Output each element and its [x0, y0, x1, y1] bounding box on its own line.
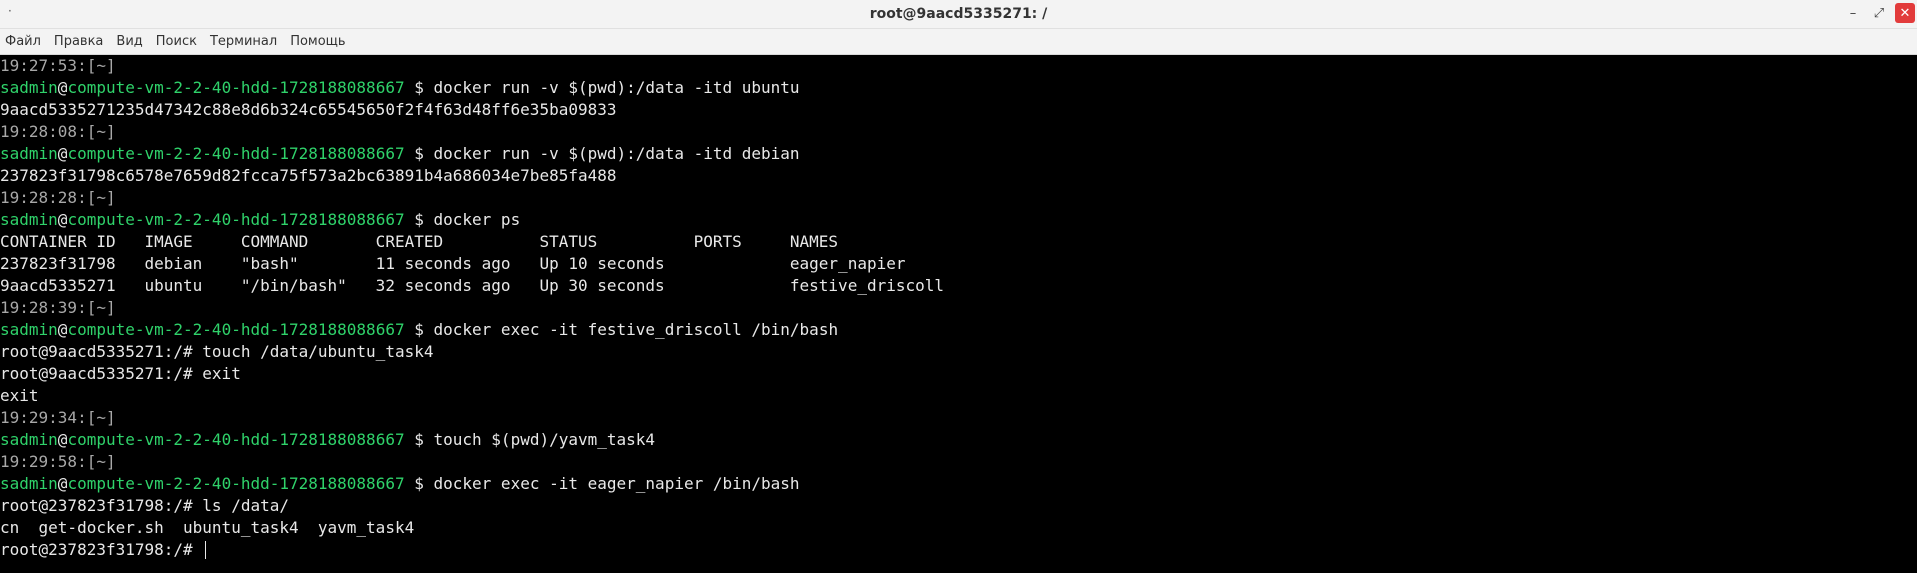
- prompt-host: compute-vm-2-2-40-hdd-1728188088667: [67, 144, 405, 163]
- prompt-at: @: [57, 320, 68, 339]
- menu-view[interactable]: Вид: [116, 32, 142, 51]
- terminal-window: · root@9aacd5335271: / – ⤢ ✕ Файл Правка…: [0, 0, 1917, 573]
- prompt-symbol: $: [404, 144, 434, 163]
- command-text: docker ps: [433, 210, 521, 229]
- terminal-line: 19:27:53:[~]: [0, 55, 1917, 77]
- output-text: 237823f31798 debian "bash" 11 seconds ag…: [0, 254, 906, 273]
- terminal-line: 237823f31798c6578e7659d82fcca75f573a2bc6…: [0, 165, 1917, 187]
- terminal-line: sadmin @ compute-vm-2-2-40-hdd-17281880886…: [0, 77, 1917, 99]
- output-text: 9aacd5335271 ubuntu "/bin/bash" 32 secon…: [0, 276, 945, 295]
- menu-terminal[interactable]: Терминал: [210, 32, 277, 51]
- prompt-host: compute-vm-2-2-40-hdd-1728188088667: [67, 320, 405, 339]
- output-text: root@9aacd5335271:/# exit: [0, 364, 241, 383]
- timestamp-prompt: 19:29:58:[~]: [0, 452, 116, 471]
- terminal-line: CONTAINER ID IMAGE COMMAND CREATED STATU…: [0, 231, 1917, 253]
- terminal-line: 19:28:39:[~]: [0, 297, 1917, 319]
- command-text: docker exec -it festive_driscoll /bin/ba…: [433, 320, 839, 339]
- prompt-at: @: [57, 210, 68, 229]
- timestamp-prompt: 19:28:08:[~]: [0, 122, 116, 141]
- terminal-line: sadmin @ compute-vm-2-2-40-hdd-17281880886…: [0, 143, 1917, 165]
- terminal-line: 237823f31798 debian "bash" 11 seconds ag…: [0, 253, 1917, 275]
- maximize-icon[interactable]: ⤢: [1869, 3, 1889, 23]
- terminal-line: 9aacd5335271235d47342c88e8d6b324c6554565…: [0, 99, 1917, 121]
- terminal-line: exit: [0, 385, 1917, 407]
- window-controls: – ⤢ ✕: [1843, 3, 1915, 23]
- text-cursor: [205, 541, 207, 559]
- terminal-line: 19:28:28:[~]: [0, 187, 1917, 209]
- prompt-user: sadmin: [0, 320, 58, 339]
- output-text: root@237823f31798:/# ls /data/: [0, 496, 289, 515]
- prompt-user: sadmin: [0, 144, 58, 163]
- terminal-line: 9aacd5335271 ubuntu "/bin/bash" 32 secon…: [0, 275, 1917, 297]
- command-text: docker run -v $(pwd):/data -itd ubuntu: [433, 78, 800, 97]
- prompt-user: sadmin: [0, 78, 58, 97]
- terminal-line: sadmin @ compute-vm-2-2-40-hdd-17281880886…: [0, 319, 1917, 341]
- timestamp-prompt: 19:28:39:[~]: [0, 298, 116, 317]
- terminal-line: 19:29:34:[~]: [0, 407, 1917, 429]
- prompt-at: @: [57, 144, 68, 163]
- timestamp-prompt: 19:29:34:[~]: [0, 408, 116, 427]
- timestamp-prompt: 19:27:53:[~]: [0, 56, 116, 75]
- prompt-host: compute-vm-2-2-40-hdd-1728188088667: [67, 430, 405, 449]
- terminal-line: sadmin @ compute-vm-2-2-40-hdd-17281880886…: [0, 473, 1917, 495]
- prompt-at: @: [57, 430, 68, 449]
- prompt-symbol: $: [404, 474, 434, 493]
- menu-help[interactable]: Помощь: [290, 32, 345, 51]
- timestamp-prompt: 19:28:28:[~]: [0, 188, 116, 207]
- terminal-line: sadmin @ compute-vm-2-2-40-hdd-17281880886…: [0, 429, 1917, 451]
- terminal-line: root@9aacd5335271:/# exit: [0, 363, 1917, 385]
- minimize-icon[interactable]: –: [1843, 3, 1863, 23]
- output-text: CONTAINER ID IMAGE COMMAND CREATED STATU…: [0, 232, 839, 251]
- menu-file[interactable]: Файл: [5, 32, 41, 51]
- terminal-line: 19:29:58:[~]: [0, 451, 1917, 473]
- output-text: cn get-docker.sh ubuntu_task4 yavm_task4: [0, 518, 415, 537]
- prompt-symbol: $: [404, 210, 434, 229]
- title-bar[interactable]: · root@9aacd5335271: / – ⤢ ✕: [0, 0, 1917, 29]
- terminal-line: 19:28:08:[~]: [0, 121, 1917, 143]
- menu-edit[interactable]: Правка: [54, 32, 103, 51]
- prompt-host: compute-vm-2-2-40-hdd-1728188088667: [67, 474, 405, 493]
- window-title: root@9aacd5335271: /: [869, 6, 1048, 22]
- prompt-user: sadmin: [0, 210, 58, 229]
- menu-search[interactable]: Поиск: [156, 32, 197, 51]
- terminal-line: root@237823f31798:/#: [0, 539, 1917, 561]
- terminal-line: root@237823f31798:/# ls /data/: [0, 495, 1917, 517]
- prompt-symbol: $: [404, 430, 434, 449]
- prompt-symbol: $: [404, 320, 434, 339]
- prompt-host: compute-vm-2-2-40-hdd-1728188088667: [67, 210, 405, 229]
- command-text: docker run -v $(pwd):/data -itd debian: [433, 144, 800, 163]
- prompt-user: sadmin: [0, 474, 58, 493]
- terminal-line: root@9aacd5335271:/# touch /data/ubuntu_…: [0, 341, 1917, 363]
- terminal-line: cn get-docker.sh ubuntu_task4 yavm_task4: [0, 517, 1917, 539]
- menu-bar: Файл Правка Вид Поиск Терминал Помощь: [0, 29, 1917, 55]
- window-menu-icon[interactable]: ·: [8, 4, 12, 18]
- prompt-host: compute-vm-2-2-40-hdd-1728188088667: [67, 78, 405, 97]
- command-text: docker exec -it eager_napier /bin/bash: [433, 474, 800, 493]
- output-text: 237823f31798c6578e7659d82fcca75f573a2bc6…: [0, 166, 617, 185]
- prompt-at: @: [57, 78, 68, 97]
- output-text: exit: [0, 386, 39, 405]
- close-icon[interactable]: ✕: [1895, 3, 1915, 23]
- prompt-at: @: [57, 474, 68, 493]
- terminal-line: sadmin @ compute-vm-2-2-40-hdd-17281880886…: [0, 209, 1917, 231]
- terminal-output[interactable]: 19:27:53:[~] sadmin @ compute-vm-2-2-40-hdd…: [0, 55, 1917, 573]
- shell-prompt: root@237823f31798:/#: [0, 540, 203, 559]
- output-text: 9aacd5335271235d47342c88e8d6b324c6554565…: [0, 100, 617, 119]
- command-text: touch $(pwd)/yavm_task4: [433, 430, 656, 449]
- prompt-symbol: $: [404, 78, 434, 97]
- prompt-user: sadmin: [0, 430, 58, 449]
- output-text: root@9aacd5335271:/# touch /data/ubuntu_…: [0, 342, 434, 361]
